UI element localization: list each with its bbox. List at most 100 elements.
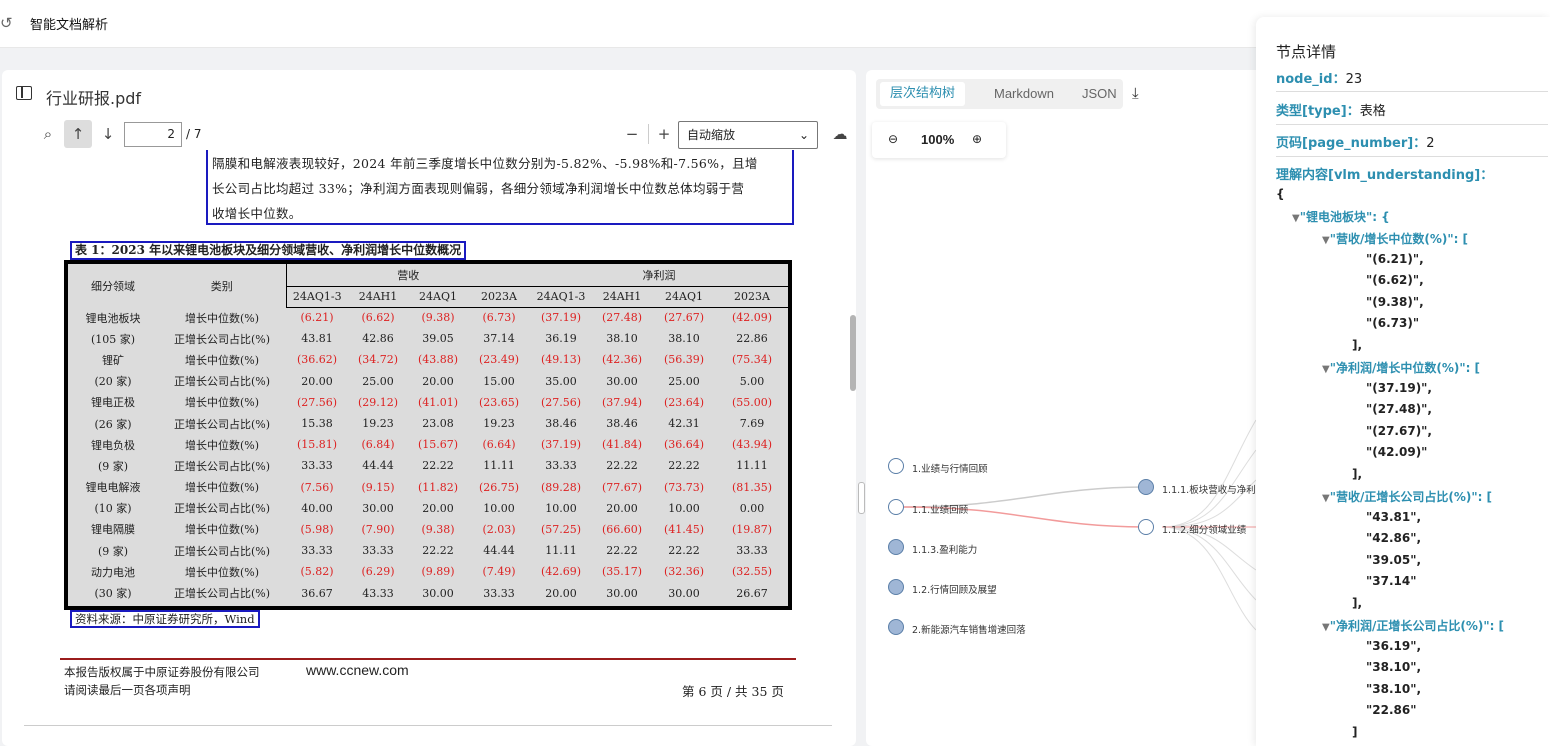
footer-notice: 请阅读最后一页各项声明 <box>64 683 191 697</box>
value-cell: (29.12) <box>357 395 399 409</box>
value-cell: 19.23 <box>483 417 515 431</box>
value-cell: (26.75) <box>478 480 520 494</box>
table-caption[interactable]: 表 1：2023 年以来锂电池板块及细分领域营收、净利润增长中位数概况 <box>70 241 467 260</box>
zoom-in-button[interactable]: + <box>650 120 678 148</box>
tree-node-1[interactable] <box>888 458 904 474</box>
paragraph-line: 长公司占比均超过 33%；净利润方面表现则偏弱，各细分领域净利润增长中位数总体均… <box>212 181 745 196</box>
data-table[interactable]: 细分领域 类别 营收 净利润 24AQ1-3 24AH1 24AQ1 2023A 24A… <box>64 260 792 610</box>
period-header: 24AQ1 <box>652 286 716 308</box>
json-open-brace: { <box>1276 187 1285 201</box>
table-row: (26 家) 正增长公司占比(%) 15.38 19.23 23.08 19.23 38.4… <box>68 413 788 434</box>
value-cell: (6.62) <box>361 311 395 325</box>
value-cell: 38.10 <box>668 332 700 346</box>
json-root-key[interactable]: ▼"锂电池板块": { <box>1292 208 1390 225</box>
value-cell: (37.19) <box>540 438 582 452</box>
page-number-input[interactable]: 2 <box>124 122 182 147</box>
value-cell: (6.73) <box>482 311 516 325</box>
detail-title: 节点详情 <box>1276 43 1337 61</box>
header-category: 类别 <box>210 279 233 293</box>
value-cell: (6.21) <box>300 311 334 325</box>
table-row: 锂电隔膜 增长中位数(%) (5.98) (7.90) (9.38) (2.03) (57.… <box>68 519 788 540</box>
segment-cell: (9 家) <box>97 544 129 558</box>
json-array-value: "37.14" <box>1366 574 1417 588</box>
json-array-close: ], <box>1352 337 1363 352</box>
value-cell: (19.87) <box>731 522 773 536</box>
segment-cell: 锂电池板块 <box>85 311 141 325</box>
cloud-download-icon[interactable]: ☁ <box>826 120 854 148</box>
panel-resize-handle[interactable] <box>858 482 865 514</box>
value-cell: 36.19 <box>545 332 577 346</box>
sidebar-toggle-icon[interactable] <box>16 86 32 100</box>
json-group-key[interactable]: ▼"净利润/增长中位数(%)": [ <box>1322 359 1480 376</box>
json-group-key[interactable]: ▼"营收/增长中位数(%)": [ <box>1322 230 1468 247</box>
tree-node-1-1[interactable] <box>888 499 904 515</box>
back-icon[interactable]: ↺ <box>0 14 13 32</box>
json-group-key[interactable]: ▼"净利润/正增长公司占比(%)": [ <box>1322 617 1504 634</box>
zoom-out-button[interactable]: − <box>618 120 646 148</box>
value-cell: 36.67 <box>301 586 333 600</box>
value-cell: (42.36) <box>601 353 643 367</box>
node-id-label: node_id： <box>1276 72 1346 87</box>
value-cell: (37.19) <box>540 311 582 325</box>
app-title: 智能文档解析 <box>30 18 109 33</box>
value-cell: 20.00 <box>606 501 638 515</box>
segment-cell: (10 家) <box>94 502 132 516</box>
json-array-close: ], <box>1352 595 1363 610</box>
value-cell: 10.00 <box>483 501 515 515</box>
page-total: / 7 <box>186 127 202 141</box>
table-row: (105 家) 正增长公司占比(%) 43.81 42.86 39.05 37.14 36.… <box>68 328 788 349</box>
page-separator <box>24 725 832 726</box>
zoom-select[interactable]: 自动缩放 ⌄ <box>678 121 818 149</box>
table-source[interactable]: 资料来源：中原证券研究所，Wind <box>70 610 260 628</box>
segment-cell: (20 家) <box>94 375 132 389</box>
table-row: 锂电正极 增长中位数(%) (27.56) (29.12) (41.01) (23.65)… <box>68 392 788 413</box>
segment-cell: 锂电电解液 <box>85 481 141 495</box>
value-cell: (11.82) <box>417 480 459 494</box>
value-cell: 11.11 <box>483 459 515 473</box>
json-array-value: "38.10", <box>1366 681 1422 696</box>
tree-node-1-2[interactable] <box>888 579 904 595</box>
json-array-value: "(37.19)", <box>1366 380 1432 395</box>
previous-page-button[interactable]: ↑ <box>64 120 92 148</box>
json-array-value: "36.19", <box>1366 638 1422 653</box>
value-cell: 33.33 <box>483 586 515 600</box>
divider <box>1276 124 1548 125</box>
search-icon[interactable]: ⌕ <box>34 120 62 148</box>
value-cell: 11.11 <box>736 459 768 473</box>
value-cell: 38.46 <box>545 417 577 431</box>
pdf-scrollbar[interactable] <box>850 315 856 391</box>
tree-node-1-1-1[interactable] <box>1138 479 1154 495</box>
type-value: 表格 <box>1359 104 1386 119</box>
value-cell: (89.28) <box>540 480 582 494</box>
table-row: (30 家) 正增长公司占比(%) 36.67 43.33 30.00 33.33 20.0… <box>68 582 788 603</box>
tree-node-label: 1.1.3.盈利能力 <box>912 545 978 556</box>
tree-node-1-1-2[interactable] <box>1138 519 1154 535</box>
next-page-button[interactable]: ↓ <box>94 120 122 148</box>
category-cell: 增长中位数(%) <box>184 481 260 495</box>
value-cell: 0.00 <box>739 501 765 515</box>
file-name: 行业研报.pdf <box>46 89 142 108</box>
paragraph-line: 隔膜和电解液表现较好，2024 年前三季度增长中位数分别为-5.82%、-5.9… <box>212 156 758 171</box>
value-cell: (15.67) <box>417 438 459 452</box>
table-row: 锂矿 增长中位数(%) (36.62) (34.72) (43.88) (23.49) (4… <box>68 349 788 370</box>
json-array-value: "39.05", <box>1366 552 1422 567</box>
tree-node-1-1-3[interactable] <box>888 539 904 555</box>
value-cell: (42.09) <box>731 311 773 325</box>
value-cell: (9.89) <box>421 565 455 579</box>
paragraph-block[interactable]: 隔膜和电解液表现较好，2024 年前三季度增长中位数分别为-5.82%、-5.9… <box>206 150 794 225</box>
understanding-row: 理解内容[vlm_understanding]： <box>1276 164 1493 183</box>
tree-node-label: 1.2.行情回顾及展望 <box>912 585 997 596</box>
value-cell: (23.65) <box>478 395 520 409</box>
value-cell: (43.94) <box>731 438 773 452</box>
value-cell: (56.39) <box>663 353 705 367</box>
zoom-select-value: 自动缩放 <box>687 128 736 142</box>
value-cell: (6.84) <box>361 438 395 452</box>
value-cell: 30.00 <box>606 586 638 600</box>
value-cell: (6.29) <box>361 565 395 579</box>
value-cell: 22.86 <box>736 332 768 346</box>
table-row: 锂电池板块 增长中位数(%) (6.21) (6.62) (9.38) (6.73) (37… <box>68 307 788 328</box>
tree-node-2[interactable] <box>888 619 904 635</box>
page-row: 页码[page_number]：2 <box>1276 132 1434 151</box>
value-cell: (27.48) <box>601 311 643 325</box>
json-group-key[interactable]: ▼"营收/正增长公司占比(%)": [ <box>1322 488 1492 505</box>
